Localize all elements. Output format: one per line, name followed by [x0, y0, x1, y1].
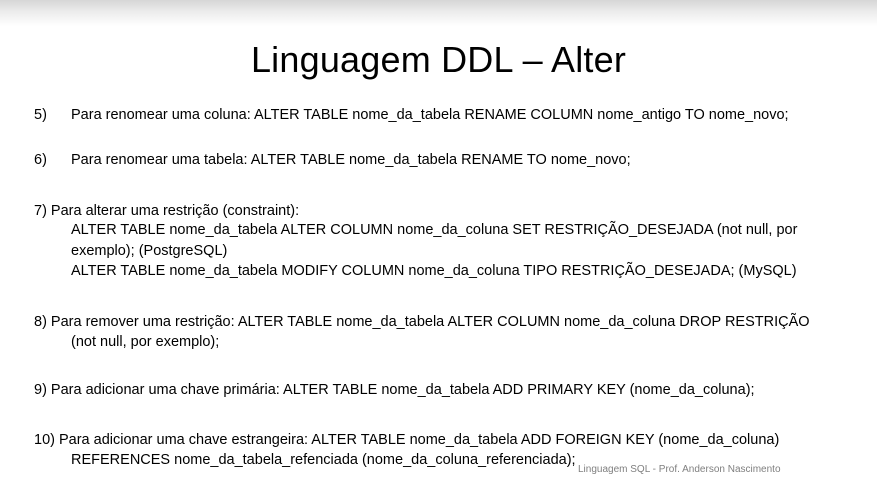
slide-footer: Linguagem SQL - Prof. Anderson Nasciment… — [578, 464, 781, 475]
item-10-heading: 10) Para adicionar uma chave estrangeira… — [34, 432, 780, 448]
item-5-text: Para renomear uma coluna: ALTER TABLE no… — [71, 107, 789, 123]
item-5-number: 5) — [34, 107, 47, 123]
item-7-line-2: exemplo); (PostgreSQL) — [71, 243, 228, 259]
slide-title: Linguagem DDL – Alter — [250, 39, 627, 80]
item-6-text: Para renomear uma tabela: ALTER TABLE no… — [71, 152, 631, 168]
item-8-line-1: (not null, por exemplo); — [71, 334, 220, 350]
item-9-heading: 9) Para adicionar uma chave primária: AL… — [34, 382, 755, 398]
item-8-heading: 8) Para remover uma restrição: ALTER TAB… — [34, 314, 810, 330]
item-7-line-1: ALTER TABLE nome_da_tabela ALTER COLUMN … — [71, 222, 798, 238]
item-10-line-1: REFERENCES nome_da_tabela_refenciada (no… — [71, 452, 576, 468]
item-7-heading: 7) Para alterar uma restrição (constrain… — [34, 203, 300, 219]
item-6-number: 6) — [34, 152, 47, 168]
slide-top-gradient — [0, 0, 877, 26]
item-7-line-3: ALTER TABLE nome_da_tabela MODIFY COLUMN… — [71, 263, 797, 279]
